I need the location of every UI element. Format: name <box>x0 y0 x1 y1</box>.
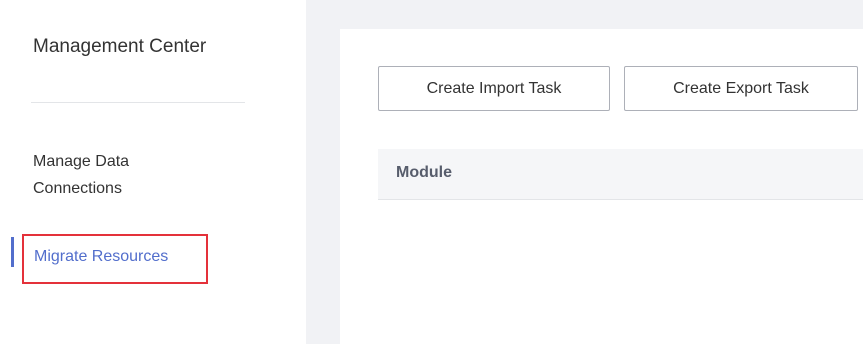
active-item-indicator <box>11 237 14 267</box>
sidebar-divider <box>31 102 245 103</box>
page: Management Center Manage Data Connection… <box>0 0 863 344</box>
column-header-module[interactable]: Module <box>396 164 452 182</box>
create-export-task-button[interactable]: Create Export Task <box>624 66 858 111</box>
sidebar-item-manage-data-connections[interactable]: Manage Data Connections <box>33 148 233 202</box>
sidebar-item-label: Migrate Resources <box>34 248 169 265</box>
content-panel: Create Import Task Create Export Task Mo… <box>340 29 863 344</box>
sidebar-title: Management Center <box>33 36 207 57</box>
sidebar-item-migrate-resources[interactable]: Migrate Resources <box>22 234 208 284</box>
sidebar-item-label-line2: Connections <box>33 180 122 197</box>
sidebar-item-label-line1: Manage Data <box>33 153 130 170</box>
main-content: Create Import Task Create Export Task Mo… <box>306 0 863 344</box>
sidebar: Management Center Manage Data Connection… <box>0 0 306 344</box>
create-import-task-button[interactable]: Create Import Task <box>378 66 610 111</box>
table-header: Module <box>378 149 863 200</box>
